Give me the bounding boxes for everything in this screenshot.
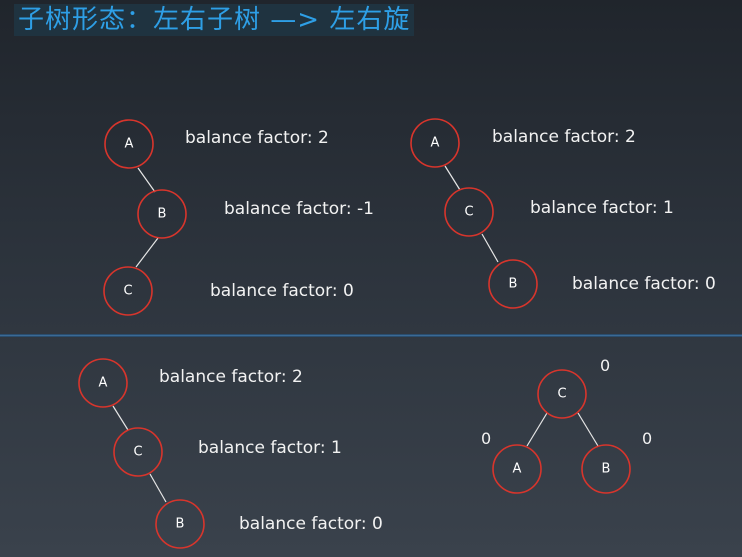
balance-factor-label: balance factor: 2 (159, 367, 303, 387)
edge-c-b (481, 233, 499, 263)
node-a-label: A (125, 137, 134, 152)
edge-c-b (577, 412, 599, 447)
edge-a-b (137, 167, 156, 193)
node-a-label: A (431, 136, 440, 151)
node-a-label: A (99, 376, 108, 391)
balance-factor-label: balance factor: 0 (210, 281, 354, 301)
balance-factor-value: 0 (642, 429, 653, 448)
edge-c-a (526, 412, 548, 447)
balance-factor-label: balance factor: 1 (530, 198, 674, 218)
node-c-label: C (123, 284, 132, 299)
node-b-label: B (509, 277, 518, 292)
tree-balanced: C A B (492, 369, 631, 494)
edge-c-b (149, 473, 167, 503)
node-c-label: C (133, 445, 142, 460)
node-b-label: B (158, 207, 167, 222)
node-c-label: C (464, 205, 473, 220)
edge-a-c (112, 405, 129, 431)
node-b-label: B (602, 462, 611, 477)
slide: 子树形态：左右子树 —> 左右旋 A B C A C B A C B C A B… (0, 0, 742, 557)
node-a-label: A (513, 462, 522, 477)
tree-right-right: A C B (78, 358, 205, 549)
balance-factor-label: balance factor: 2 (492, 127, 636, 147)
balance-factor-label: balance factor: 0 (239, 514, 383, 534)
balance-factor-label: balance factor: 1 (198, 438, 342, 458)
tree-after-right-rotation: A C B (410, 118, 538, 309)
edge-b-c (135, 237, 159, 268)
balance-factor-value: 0 (481, 429, 492, 448)
node-c-label: C (557, 387, 566, 402)
tree-left-right-before: A B C (103, 119, 187, 316)
balance-factor-label: balance factor: 0 (572, 274, 716, 294)
edge-a-c (444, 165, 461, 191)
node-b-label: B (176, 517, 185, 532)
balance-factor-label: balance factor: 2 (185, 128, 329, 148)
balance-factor-value: 0 (600, 356, 611, 375)
balance-factor-label: balance factor: -1 (224, 199, 374, 219)
